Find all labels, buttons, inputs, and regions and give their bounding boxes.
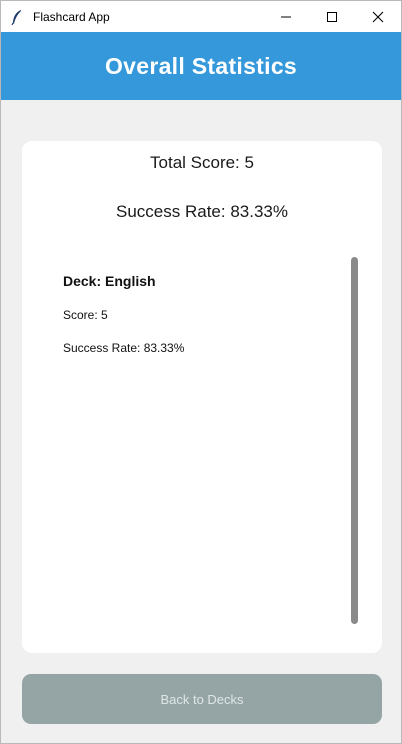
close-button[interactable] (355, 1, 401, 32)
maximize-icon (327, 11, 337, 22)
page-header: Overall Statistics (1, 32, 401, 100)
minimize-icon (281, 16, 291, 17)
app-window: Flashcard App Overall Statistics Total S… (0, 0, 402, 744)
success-rate-label: Success Rate: 83.33% (116, 202, 288, 221)
minimize-button[interactable] (263, 1, 309, 32)
deck-success-rate: Success Rate: 83.33% (63, 341, 185, 355)
close-icon (372, 11, 384, 22)
statistics-card: Total Score: 5 Success Rate: 83.33% Deck… (22, 141, 382, 653)
window-title: Flashcard App (33, 9, 110, 24)
deck-name: Deck: English (63, 273, 156, 289)
total-score-label: Total Score: 5 (150, 153, 254, 172)
back-to-decks-button[interactable]: Back to Decks (22, 674, 382, 724)
page-title: Overall Statistics (104, 52, 298, 79)
deck-stats-list[interactable]: Deck: English Score: 5 Success Rate: 83.… (42, 249, 362, 629)
maximize-button[interactable] (309, 1, 355, 32)
title-bar[interactable]: Flashcard App (1, 1, 401, 32)
deck-score: Score: 5 (63, 308, 108, 322)
feather-icon (9, 9, 25, 25)
deck-stats-item: Deck: English Score: 5 Success Rate: 83.… (63, 273, 184, 355)
window-controls (263, 1, 401, 32)
scrollbar[interactable] (351, 257, 358, 624)
